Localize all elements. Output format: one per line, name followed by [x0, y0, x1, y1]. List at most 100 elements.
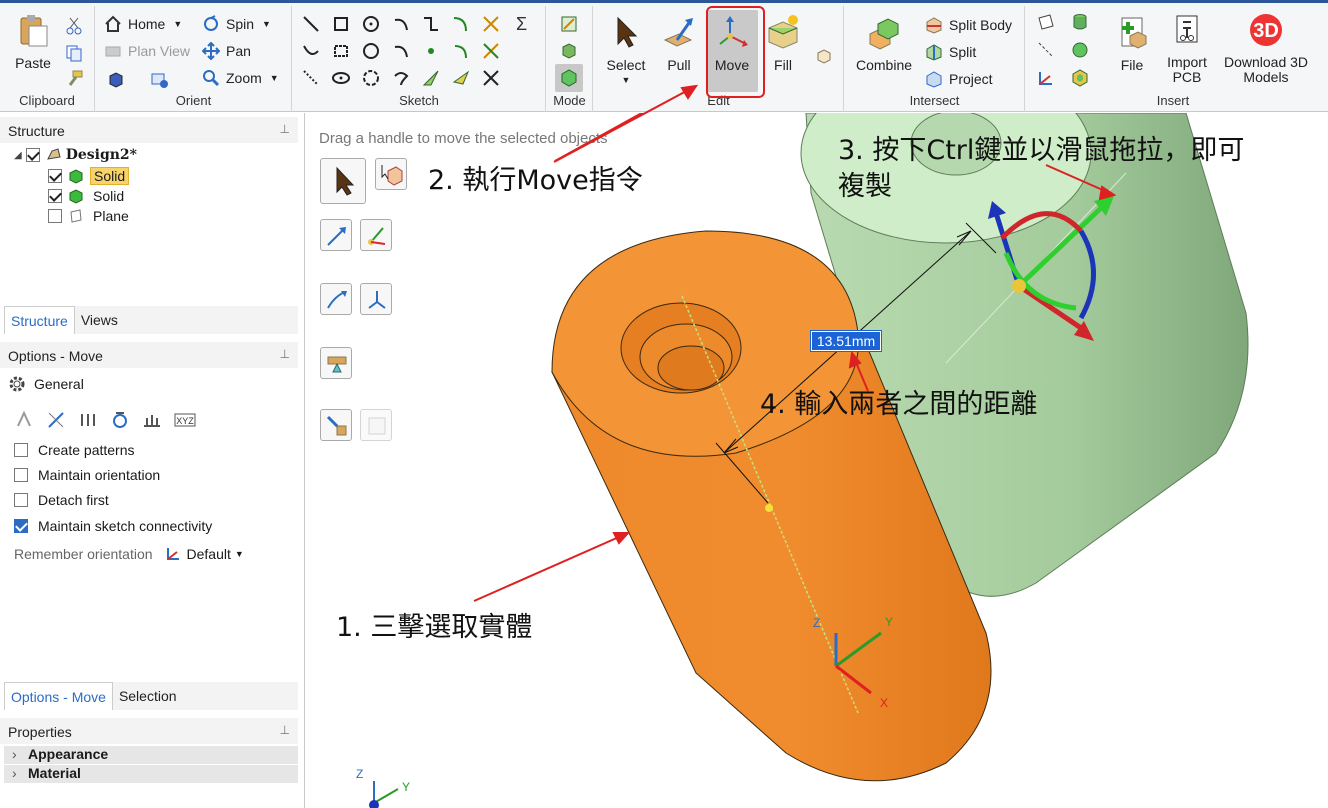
tree-root-checkbox[interactable]: [25, 148, 40, 162]
property-material[interactable]: › Material: [4, 765, 298, 784]
create-patterns-option[interactable]: Create patterns: [14, 440, 135, 460]
offset-curve-icon[interactable]: [361, 68, 381, 88]
tree-item-plane[interactable]: Plane: [48, 206, 132, 226]
select-body-tool-button[interactable]: [375, 158, 407, 190]
anchor-icon[interactable]: [14, 410, 34, 430]
move-along-trajectory-button[interactable]: [320, 283, 352, 315]
property-appearance[interactable]: › Appearance: [4, 746, 298, 765]
axis-icon[interactable]: [1036, 40, 1056, 60]
zoom-button[interactable]: Zoom ▼: [202, 67, 279, 89]
pin-icon[interactable]: ⊥: [280, 347, 290, 361]
move-direction-icon[interactable]: [46, 410, 66, 430]
spline-tool-icon[interactable]: [421, 14, 441, 34]
maintain-orientation-option[interactable]: Maintain orientation: [14, 465, 160, 485]
collapse-arrow-icon[interactable]: ◢: [14, 150, 22, 161]
sweep-arc-2-icon[interactable]: [391, 68, 411, 88]
dimension-icon[interactable]: [110, 410, 130, 430]
ruler-icon[interactable]: [78, 410, 98, 430]
tab-structure[interactable]: Structure: [4, 306, 75, 334]
create-patterns-checkbox[interactable]: [14, 443, 28, 457]
split-body-button[interactable]: Split Body: [925, 14, 1012, 36]
plan-view-button[interactable]: Plan View: [104, 40, 190, 62]
tree-root[interactable]: ◢ Design2*: [14, 145, 137, 165]
sweep-arc-icon[interactable]: [451, 41, 471, 61]
pivot-button[interactable]: [360, 283, 392, 315]
xyz-icon[interactable]: XYZ: [174, 410, 196, 430]
pan-button[interactable]: Pan: [202, 40, 251, 62]
sketch-mode-icon[interactable]: [559, 14, 579, 34]
fill-button[interactable]: Fill: [760, 14, 806, 73]
origin-icon[interactable]: [1036, 68, 1056, 88]
remember-orientation-dropdown[interactable]: Default ▼: [165, 546, 244, 562]
general-section[interactable]: General: [8, 374, 84, 394]
tab-options-move[interactable]: Options - Move: [4, 682, 113, 710]
move-to-point-button[interactable]: [360, 219, 392, 251]
tree-item-checkbox[interactable]: [48, 209, 62, 223]
copy-icon[interactable]: [64, 43, 84, 63]
pull-button[interactable]: Pull: [656, 14, 702, 73]
cylinder-icon[interactable]: [1070, 12, 1090, 32]
maintain-sketch-connectivity-checkbox[interactable]: [14, 519, 28, 533]
face-curve-icon[interactable]: [421, 68, 441, 88]
tree-item-checkbox[interactable]: [48, 189, 62, 203]
construction-line-icon[interactable]: [301, 68, 321, 88]
view-cube-icon[interactable]: [106, 70, 126, 90]
select-button[interactable]: Select ▼: [602, 14, 650, 85]
plane-icon[interactable]: [1036, 12, 1056, 32]
import-pcb-button[interactable]: Import PCB: [1160, 12, 1214, 85]
equation-icon[interactable]: Σ: [513, 14, 533, 34]
circle-tool-icon[interactable]: [361, 14, 381, 34]
complete-button[interactable]: [320, 409, 352, 441]
move-along-direction-button[interactable]: [320, 219, 352, 251]
tab-views[interactable]: Views: [75, 306, 124, 334]
line-tool-icon[interactable]: [301, 14, 321, 34]
select-tool-button[interactable]: [320, 158, 366, 204]
tree-item-solid-2[interactable]: Solid: [48, 186, 127, 206]
cut-icon[interactable]: [64, 16, 84, 36]
spin-button[interactable]: Spin ▼: [202, 13, 271, 35]
format-painter-icon[interactable]: [64, 69, 84, 89]
pin-icon[interactable]: ⊥: [280, 122, 290, 136]
cancel-move-button[interactable]: [360, 409, 392, 441]
tangent-line-icon[interactable]: [301, 41, 321, 61]
tangent-arc-icon[interactable]: [451, 14, 471, 34]
expand-arrow-icon[interactable]: ›: [12, 765, 17, 781]
paste-button[interactable]: Paste: [10, 12, 56, 71]
ellipse-tool-icon[interactable]: [361, 41, 381, 61]
insert-file-button[interactable]: File: [1110, 14, 1154, 73]
pin-icon[interactable]: ⊥: [280, 723, 290, 737]
detach-first-option[interactable]: Detach first: [14, 490, 109, 510]
rectangle-tool-icon[interactable]: [331, 14, 351, 34]
tree-item-solid-1[interactable]: Solid: [48, 166, 130, 186]
download-3d-models-button[interactable]: 3D Download 3D Models: [1218, 12, 1314, 85]
section-mode-icon[interactable]: [559, 41, 579, 61]
tab-selection[interactable]: Selection: [113, 682, 183, 710]
home-button[interactable]: Home ▼: [104, 13, 182, 35]
slot-tool-icon[interactable]: [331, 68, 351, 88]
extend-tool-icon[interactable]: [481, 41, 501, 61]
detach-first-checkbox[interactable]: [14, 493, 28, 507]
snap-icon[interactable]: [142, 410, 162, 430]
sphere-icon[interactable]: [1070, 40, 1090, 60]
maintain-orientation-checkbox[interactable]: [14, 468, 28, 482]
three-point-arc-icon[interactable]: [391, 41, 411, 61]
maintain-sketch-connectivity-option[interactable]: Maintain sketch connectivity: [14, 516, 212, 536]
view-options-icon[interactable]: [150, 70, 170, 90]
fulcrum-button[interactable]: [320, 347, 352, 379]
point-tool-icon[interactable]: [421, 41, 441, 61]
expand-arrow-icon[interactable]: ›: [12, 746, 17, 762]
split-line-icon[interactable]: [481, 68, 501, 88]
polygon-tool-icon[interactable]: [331, 41, 351, 61]
combine-button[interactable]: Combine: [853, 14, 915, 73]
3d-viewport[interactable]: Z Y X Z Y Drag a handle to move the sele…: [306, 113, 1328, 808]
edit-extra-icon[interactable]: [814, 46, 834, 66]
arc-tool-icon[interactable]: [391, 14, 411, 34]
tree-item-checkbox[interactable]: [48, 169, 62, 183]
split-button[interactable]: Split: [925, 41, 976, 63]
trim-tool-icon[interactable]: [481, 14, 501, 34]
project-curve-icon[interactable]: [451, 68, 471, 88]
distance-input[interactable]: 13.51mm: [810, 330, 882, 352]
shell-icon[interactable]: [1070, 68, 1090, 88]
project-button[interactable]: Project: [925, 68, 993, 90]
3d-mode-button[interactable]: [555, 64, 583, 92]
